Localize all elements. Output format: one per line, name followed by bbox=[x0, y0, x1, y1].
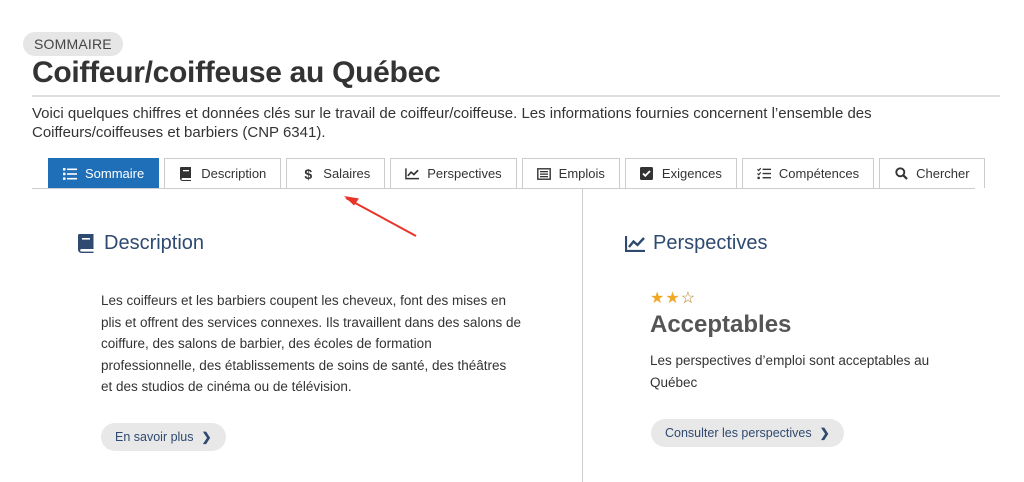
tab-bar: Sommaire Description $ Salaires Perspect… bbox=[48, 158, 990, 188]
checkbox-icon bbox=[640, 167, 654, 181]
tab-label: Description bbox=[201, 166, 267, 181]
annotation-arrow bbox=[344, 196, 417, 237]
chevron-right-icon: ❯ bbox=[201, 430, 212, 444]
newspaper-icon bbox=[536, 167, 551, 181]
star-filled-icon: ★ bbox=[665, 290, 680, 307]
star-filled-icon: ★ bbox=[650, 290, 665, 307]
learn-more-label: En savoir plus bbox=[115, 430, 194, 444]
tab-label: Sommaire bbox=[85, 166, 145, 181]
outlook-rating: Acceptables bbox=[650, 311, 792, 338]
view-perspectives-button[interactable]: Consulter les perspectives ❯ bbox=[651, 419, 844, 447]
description-text: Les coiffeurs et les barbiers coupent le… bbox=[101, 293, 521, 394]
chart-line-icon bbox=[405, 167, 420, 181]
rating-stars: ★ ★ ☆ bbox=[650, 291, 695, 307]
title-divider bbox=[32, 95, 1000, 97]
description-title: Description bbox=[104, 232, 205, 254]
tab-salaires[interactable]: $ Salaires bbox=[286, 158, 386, 188]
tab-label: Salaires bbox=[323, 166, 371, 181]
tab-label: Perspectives bbox=[427, 166, 502, 181]
tab-exigences[interactable]: Exigences bbox=[624, 158, 737, 188]
section-badge: SOMMAIRE bbox=[23, 32, 123, 56]
perspectives-heading: Perspectives bbox=[625, 232, 768, 255]
tab-divider bbox=[32, 188, 975, 189]
tab-label: Compétences bbox=[778, 166, 860, 181]
description-heading: Description bbox=[76, 232, 204, 255]
tab-chercher[interactable]: Chercher bbox=[879, 158, 985, 188]
perspectives-title: Perspectives bbox=[653, 232, 768, 254]
perspectives-text: Les perspectives d’emploi sont acceptabl… bbox=[650, 353, 930, 390]
tab-label: Chercher bbox=[916, 166, 970, 181]
book-icon bbox=[179, 166, 193, 181]
intro-text: Voici quelques chiffres et données clés … bbox=[32, 105, 872, 141]
view-perspectives-label: Consulter les perspectives bbox=[665, 426, 812, 440]
column-divider bbox=[582, 189, 583, 482]
checklist-icon bbox=[756, 167, 771, 181]
tab-description[interactable]: Description bbox=[164, 158, 282, 188]
tab-perspectives[interactable]: Perspectives bbox=[390, 158, 517, 188]
learn-more-button[interactable]: En savoir plus ❯ bbox=[101, 423, 226, 451]
chevron-right-icon: ❯ bbox=[819, 426, 830, 440]
star-empty-icon: ☆ bbox=[680, 290, 696, 307]
tab-emplois[interactable]: Emplois bbox=[521, 158, 620, 188]
page-title: Coiffeur/coiffeuse au Québec bbox=[32, 56, 441, 89]
dollar-icon: $ bbox=[304, 165, 313, 182]
tab-competences[interactable]: Compétences bbox=[741, 158, 875, 188]
tab-label: Emplois bbox=[558, 166, 605, 181]
search-icon bbox=[894, 167, 908, 181]
tab-sommaire[interactable]: Sommaire bbox=[48, 158, 160, 188]
book-icon bbox=[76, 234, 96, 254]
chart-line-icon bbox=[625, 234, 645, 254]
tab-label: Exigences bbox=[661, 166, 722, 181]
list-icon bbox=[63, 167, 77, 181]
